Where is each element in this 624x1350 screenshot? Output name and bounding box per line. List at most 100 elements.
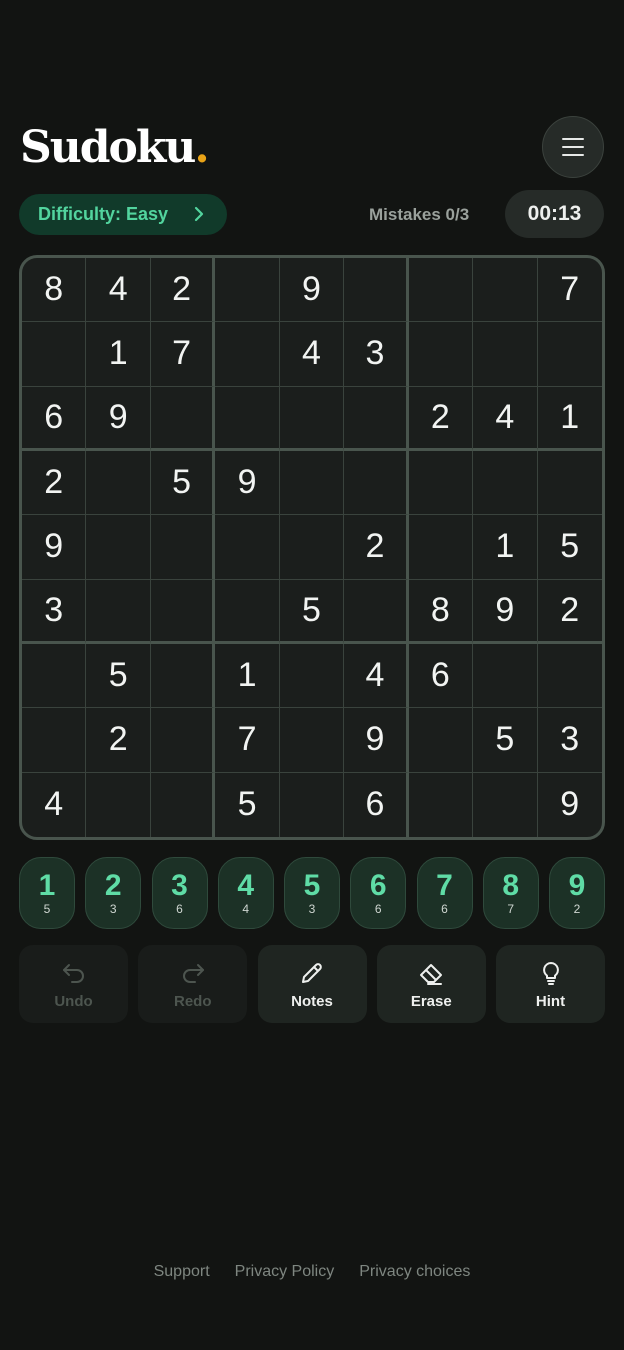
board-cell[interactable]: 9 — [22, 515, 87, 580]
menu-button[interactable] — [542, 116, 604, 178]
privacy-policy-link[interactable]: Privacy Policy — [235, 1263, 335, 1281]
board-cell[interactable] — [279, 386, 345, 451]
board-cell[interactable] — [215, 579, 280, 644]
board-cell[interactable] — [473, 772, 538, 837]
board-cell[interactable] — [151, 772, 216, 837]
board-cell[interactable]: 7 — [215, 708, 280, 773]
board-cell[interactable]: 7 — [150, 322, 216, 387]
board-cell[interactable] — [279, 451, 345, 516]
erase-button[interactable]: Erase — [376, 945, 486, 1023]
board-cell[interactable] — [279, 708, 345, 773]
board-cell[interactable] — [473, 322, 538, 387]
board-cell[interactable] — [473, 451, 538, 516]
board-cell[interactable]: 6 — [344, 772, 409, 837]
board-cell[interactable] — [473, 644, 538, 709]
support-link[interactable]: Support — [154, 1263, 210, 1281]
board-cell[interactable] — [473, 258, 538, 323]
board-cell[interactable]: 4 — [279, 322, 345, 387]
board-cell[interactable] — [150, 515, 216, 580]
number-key[interactable]: 92 — [549, 857, 605, 929]
board-cell[interactable]: 3 — [537, 708, 602, 773]
board-cell[interactable]: 1 — [473, 515, 538, 580]
board-cell[interactable] — [537, 644, 602, 709]
number-key[interactable]: 44 — [217, 857, 274, 929]
board-cell[interactable] — [344, 258, 409, 323]
board-cell[interactable] — [22, 644, 87, 709]
board-cell[interactable] — [86, 451, 151, 516]
board-cell[interactable] — [280, 772, 345, 837]
board-cell[interactable] — [279, 515, 345, 580]
board-cell[interactable]: 2 — [86, 708, 151, 773]
board-cell[interactable]: 5 — [86, 644, 151, 709]
privacy-choices-link[interactable]: Privacy choices — [359, 1263, 470, 1281]
board-cell[interactable]: 2 — [344, 515, 409, 580]
board-cell[interactable] — [408, 708, 474, 773]
board-cell[interactable]: 9 — [86, 386, 151, 451]
board-cell[interactable]: 5 — [473, 708, 538, 773]
board-cell[interactable]: 2 — [22, 451, 87, 516]
board-cell[interactable] — [408, 322, 474, 387]
board-cell[interactable]: 9 — [215, 451, 280, 516]
hint-button[interactable]: Hint — [496, 945, 605, 1023]
board-cell[interactable]: 8 — [22, 258, 87, 323]
board-cell[interactable] — [215, 322, 280, 387]
board-cell[interactable] — [344, 579, 409, 644]
number-key[interactable]: 66 — [350, 857, 407, 929]
board-cell[interactable]: 2 — [408, 386, 474, 451]
board-cell[interactable]: 4 — [86, 258, 151, 323]
board-cell[interactable]: 2 — [537, 580, 602, 644]
board-cell[interactable] — [344, 386, 409, 451]
board-cell[interactable] — [409, 772, 474, 837]
number-key[interactable]: 15 — [19, 857, 75, 929]
undo-button[interactable]: Undo — [19, 945, 128, 1023]
board-cell[interactable]: 3 — [22, 579, 87, 644]
board-cell[interactable] — [150, 644, 216, 709]
board-cell[interactable] — [215, 515, 280, 580]
number-key[interactable]: 76 — [416, 857, 473, 929]
board-cell[interactable] — [537, 451, 602, 516]
redo-button[interactable]: Redo — [138, 945, 248, 1023]
board-cell[interactable] — [344, 451, 409, 516]
board-cell[interactable]: 4 — [344, 644, 409, 709]
board-cell[interactable] — [537, 322, 602, 387]
board-cell[interactable]: 6 — [408, 644, 474, 709]
board-cell[interactable] — [408, 258, 474, 323]
board-cell[interactable]: 5 — [150, 451, 216, 516]
number-key[interactable]: 23 — [85, 857, 142, 929]
notes-button[interactable]: Notes — [257, 945, 367, 1023]
board-cell[interactable] — [215, 386, 280, 451]
board-cell[interactable] — [150, 708, 216, 773]
number-key[interactable]: 36 — [151, 857, 208, 929]
board-cell[interactable]: 5 — [279, 579, 345, 644]
number-key[interactable]: 53 — [284, 857, 340, 929]
board-cell[interactable] — [408, 451, 474, 516]
board-cell[interactable] — [86, 772, 151, 837]
board-cell[interactable]: 5 — [215, 772, 280, 837]
board-cell[interactable] — [150, 386, 216, 451]
board-cell[interactable] — [279, 644, 345, 709]
board-cell[interactable] — [22, 322, 87, 387]
board-cell[interactable] — [408, 515, 474, 580]
board-cell[interactable]: 1 — [215, 644, 280, 709]
board-cell[interactable]: 1 — [537, 387, 602, 451]
board-cell[interactable] — [215, 258, 280, 323]
board-cell[interactable]: 3 — [344, 322, 409, 387]
board-cell[interactable]: 6 — [22, 386, 87, 451]
board-cell[interactable]: 4 — [22, 772, 87, 837]
board-cell[interactable]: 2 — [150, 258, 216, 323]
board-cell[interactable]: 9 — [279, 258, 345, 323]
board-cell[interactable] — [86, 515, 151, 580]
board-cell[interactable] — [86, 579, 151, 644]
difficulty-button[interactable]: Difficulty: Easy — [19, 194, 227, 235]
board-cell[interactable]: 5 — [537, 515, 602, 580]
board-cell[interactable]: 9 — [538, 773, 602, 837]
board-cell[interactable]: 9 — [473, 579, 538, 644]
board-cell[interactable]: 1 — [86, 322, 151, 387]
board-cell[interactable]: 9 — [344, 708, 409, 773]
board-cell[interactable] — [150, 579, 216, 644]
board-cell[interactable]: 7 — [537, 258, 602, 323]
number-key[interactable]: 87 — [482, 857, 539, 929]
board-cell[interactable]: 4 — [473, 386, 538, 451]
board-cell[interactable] — [22, 708, 87, 773]
board-cell[interactable]: 8 — [408, 579, 474, 644]
